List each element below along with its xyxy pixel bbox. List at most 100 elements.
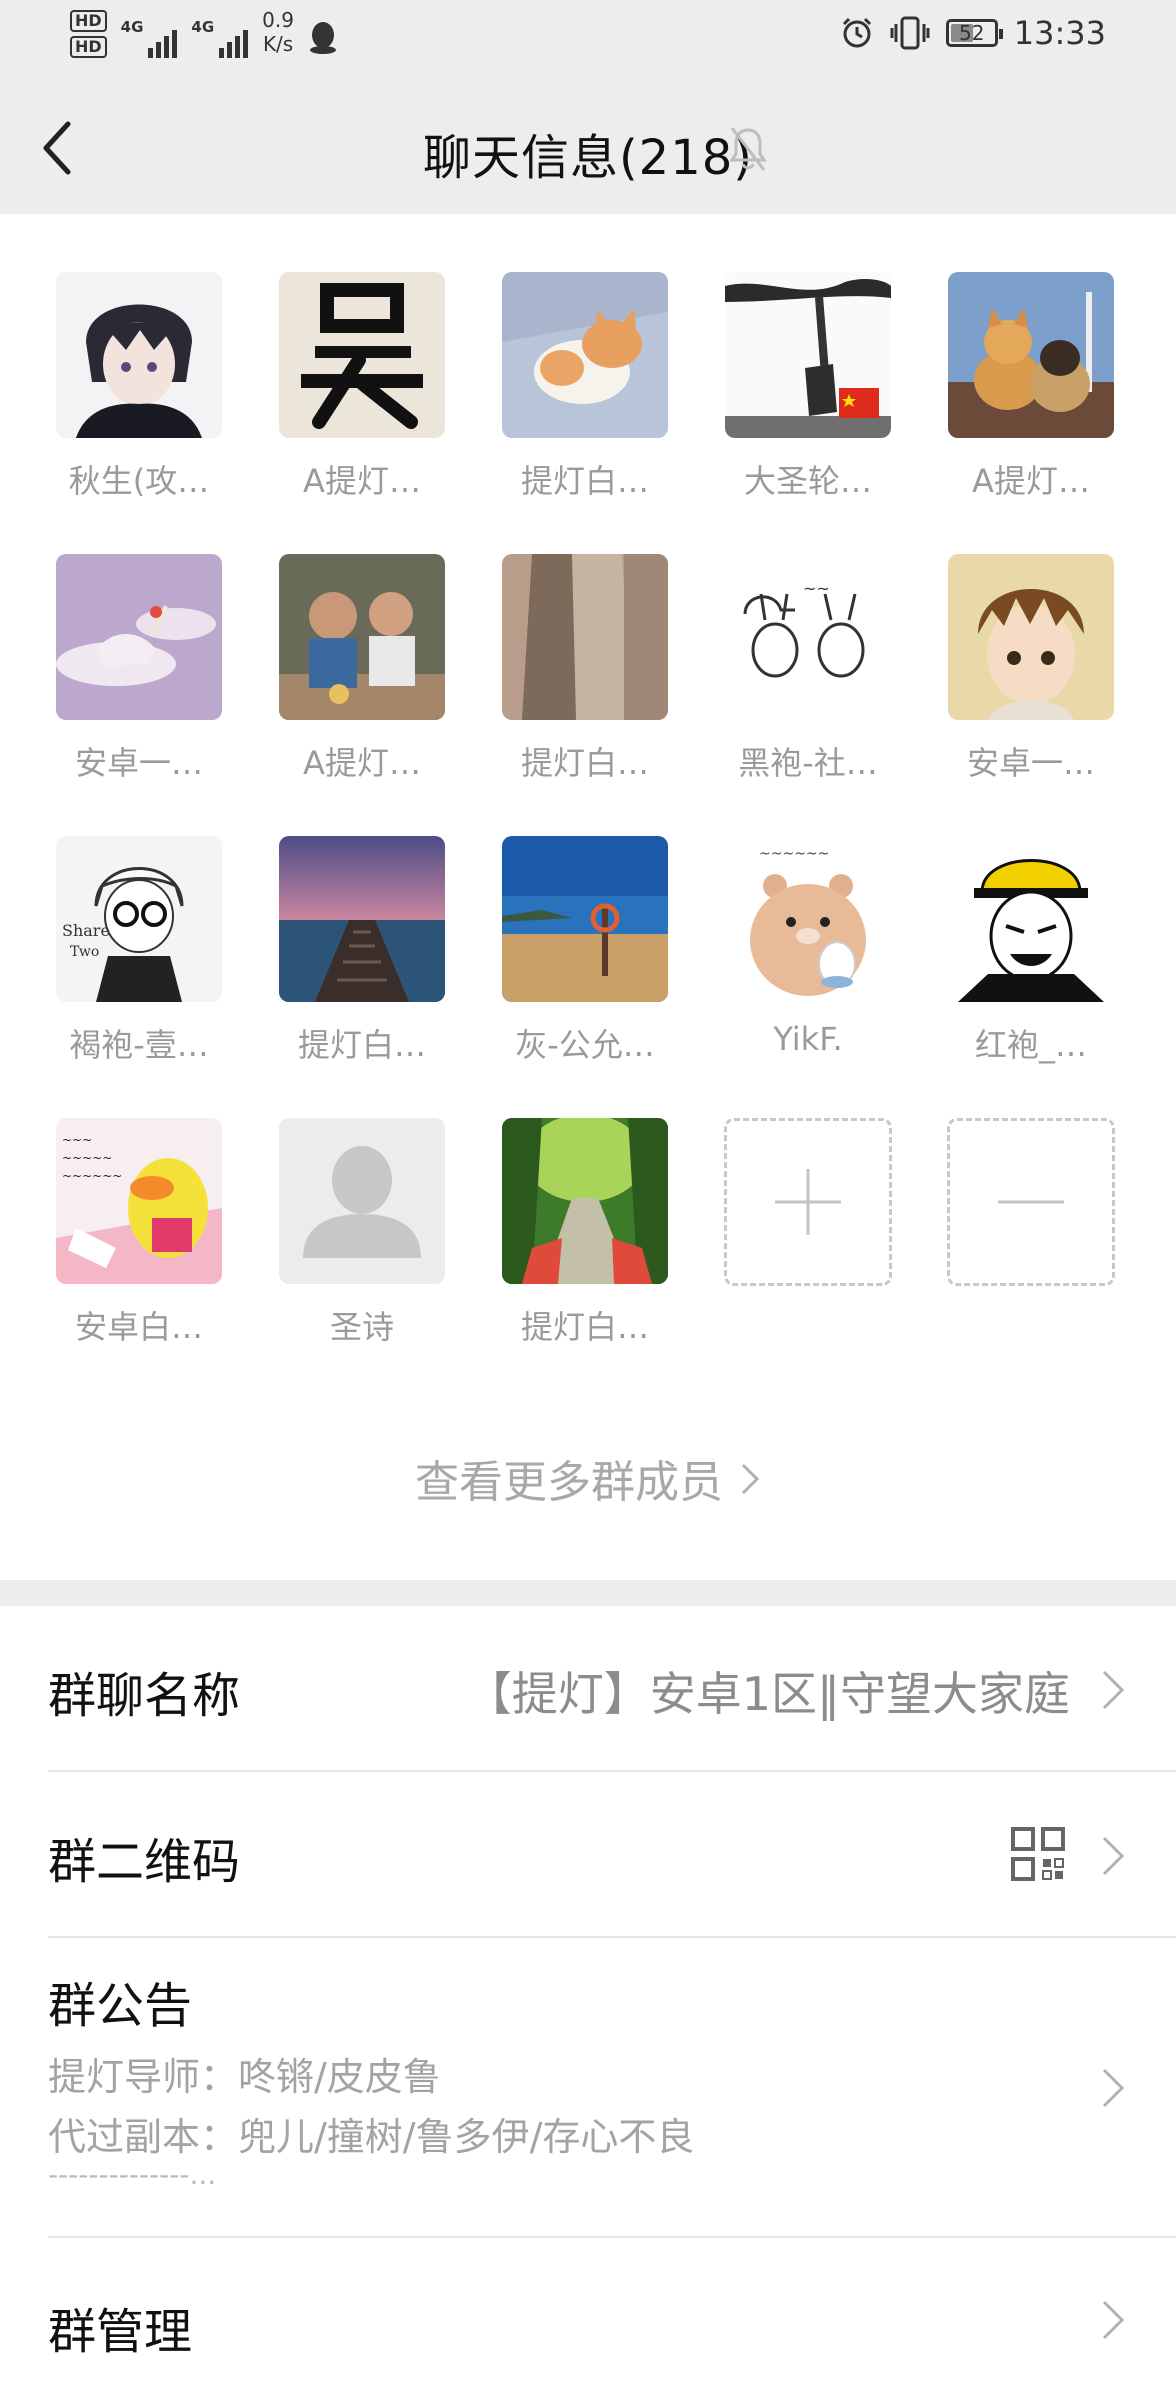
battery-icon: 52 — [945, 19, 1003, 47]
chevron-right-icon — [1102, 2300, 1125, 2340]
member-section: 秋生(攻… A提灯… 提灯白… 大圣轮… A提灯… 安卓一… A提灯… 提灯白…… — [0, 214, 1176, 1580]
avatar[interactable] — [279, 1118, 445, 1284]
group-qr-label: 群二维码 — [48, 1834, 241, 1890]
chevron-right-icon — [1102, 1670, 1125, 1710]
member-item[interactable]: A提灯… — [948, 272, 1114, 554]
group-notice-row[interactable]: 群公告 提灯导师：咚锵/皮皮鲁 代过副本：兜儿/撞树/鲁多伊/存心不良 ----… — [0, 1938, 1176, 2236]
avatar[interactable] — [948, 836, 1114, 1002]
member-item[interactable]: 圣诗 — [279, 1118, 445, 1400]
member-item[interactable]: 提灯白… — [502, 272, 668, 554]
member-item[interactable]: ~~ 黑袍-社… — [725, 554, 891, 836]
member-name: A提灯… — [972, 462, 1090, 500]
avatar[interactable] — [502, 554, 668, 720]
hd-indicator-1: HD — [70, 10, 107, 32]
svg-text:~~~~~: ~~~~~ — [62, 1151, 112, 1165]
add-member-item[interactable] — [724, 1118, 892, 1400]
member-item[interactable]: 安卓一… — [56, 554, 222, 836]
signal-icon-2: 4G — [191, 18, 249, 58]
section-divider — [0, 1580, 1176, 1606]
avatar[interactable]: Share Two — [56, 836, 222, 1002]
avatar[interactable] — [502, 836, 668, 1002]
member-name: 褐袍-壹… — [69, 1026, 209, 1064]
hd-indicator-2: HD — [70, 36, 107, 58]
avatar[interactable] — [502, 1118, 668, 1284]
member-name: 提灯白… — [520, 1308, 649, 1346]
group-qr-row[interactable]: 群二维码 — [0, 1772, 1176, 1936]
notice-line: --------------... — [48, 2158, 217, 2191]
member-item[interactable]: 安卓一… — [948, 554, 1114, 836]
member-name: 圣诗 — [329, 1308, 394, 1346]
view-more-members-link[interactable]: 查看更多群成员 — [0, 1446, 1176, 1510]
member-item[interactable]: A提灯… — [279, 272, 445, 554]
avatar[interactable]: ~~~ ~~~~~ ~~~~~~ — [56, 1118, 222, 1284]
group-name-value: 【提灯】安卓1区‖守望大家庭 — [465, 1667, 1070, 1721]
notice-line: 提灯导师：咚锵/皮皮鲁 — [48, 2055, 441, 2099]
add-member-button[interactable] — [724, 1118, 892, 1286]
member-name: A提灯… — [303, 744, 421, 782]
avatar[interactable] — [948, 272, 1114, 438]
avatar[interactable] — [279, 272, 445, 438]
chevron-right-icon — [739, 1457, 761, 1508]
member-name: 黑袍-社… — [738, 744, 878, 782]
member-name: 提灯白… — [297, 1026, 426, 1064]
member-name: 安卓一… — [74, 744, 203, 782]
member-name: 秋生(攻… — [68, 462, 210, 500]
member-name: 安卓一… — [966, 744, 1095, 782]
avatar[interactable] — [279, 554, 445, 720]
mute-bell-icon — [729, 127, 767, 171]
vibrate-icon — [890, 16, 930, 50]
clock: 13:33 — [1013, 14, 1106, 52]
member-name: 大圣轮… — [743, 462, 872, 500]
svg-text:Share: Share — [62, 921, 110, 940]
avatar[interactable] — [502, 272, 668, 438]
notice-line: 代过副本：兜儿/撞树/鲁多伊/存心不良 — [48, 2115, 695, 2159]
svg-text:~~~: ~~~ — [62, 1133, 92, 1147]
member-name: 安卓白… — [74, 1308, 203, 1346]
svg-text:Two: Two — [70, 944, 99, 960]
remove-member-item[interactable] — [947, 1118, 1115, 1400]
member-item[interactable]: Share Two 褐袍-壹… — [56, 836, 222, 1118]
status-bar: HD HD 4G 4G 0.9 K/s 52 13:33 — [0, 0, 1176, 80]
member-grid: 秋生(攻… A提灯… 提灯白… 大圣轮… A提灯… 安卓一… A提灯… 提灯白…… — [56, 272, 1115, 1400]
chevron-right-icon — [1102, 2068, 1125, 2108]
avatar[interactable] — [279, 836, 445, 1002]
network-speed: 0.9 K/s — [262, 8, 294, 56]
qr-code-icon — [1011, 1827, 1065, 1881]
page-title: 聊天信息(218) — [422, 130, 754, 186]
title-bar: 聊天信息(218) — [0, 80, 1176, 214]
member-item[interactable]: 秋生(攻… — [56, 272, 222, 554]
member-item[interactable]: 提灯白… — [279, 836, 445, 1118]
member-item[interactable]: 红袍_… — [948, 836, 1114, 1118]
member-item[interactable]: A提灯… — [279, 554, 445, 836]
member-item[interactable]: 灰-公允… — [502, 836, 668, 1118]
minus-icon — [998, 1200, 1064, 1204]
member-item[interactable]: ~~~ ~~~~~ ~~~~~~ 安卓白… — [56, 1118, 222, 1400]
chevron-right-icon — [1102, 1836, 1125, 1876]
member-item[interactable]: 大圣轮… — [725, 272, 891, 554]
member-name: 红袍_… — [974, 1026, 1087, 1064]
alarm-icon — [842, 17, 871, 48]
avatar[interactable]: ~~~~~~ — [725, 836, 891, 1002]
member-name: 提灯白… — [520, 744, 649, 782]
svg-text:~~: ~~ — [803, 579, 830, 598]
member-name: 提灯白… — [520, 462, 649, 500]
plus-icon — [775, 1169, 841, 1235]
avatar[interactable] — [725, 272, 891, 438]
member-name: YikF. — [773, 1020, 843, 1058]
remove-member-button[interactable] — [947, 1118, 1115, 1286]
avatar[interactable] — [948, 554, 1114, 720]
member-item[interactable]: ~~~~~~ YikF. — [725, 836, 891, 1118]
member-item[interactable]: 提灯白… — [502, 1118, 668, 1400]
avatar[interactable] — [56, 272, 222, 438]
avatar[interactable]: ~~ — [725, 554, 891, 720]
group-name-row[interactable]: 群聊名称 【提灯】安卓1区‖守望大家庭 — [0, 1606, 1176, 1770]
group-notice-label: 群公告 — [48, 1978, 193, 2034]
svg-text:~~~~~~: ~~~~~~ — [759, 846, 829, 862]
member-name: A提灯… — [303, 462, 421, 500]
default-user-icon — [279, 1118, 445, 1284]
group-name-label: 群聊名称 — [48, 1668, 241, 1724]
group-manage-row[interactable]: 群管理 — [0, 2238, 1176, 2400]
avatar[interactable] — [56, 554, 222, 720]
member-item[interactable]: 提灯白… — [502, 554, 668, 836]
signal-icon-1: 4G — [121, 18, 178, 58]
